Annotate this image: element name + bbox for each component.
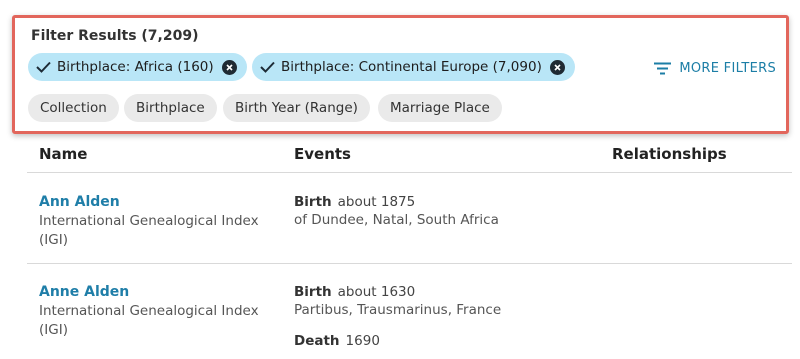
person-name-link[interactable]: Ann Alden [39,194,120,210]
event-death: Death 1690 [294,333,380,349]
filter-panel: Filter Results (7,209) Birthplace: Afric… [12,15,789,134]
column-header-events[interactable]: Events [294,145,351,163]
event-birth: Birth about 1875 [294,194,415,210]
event-birth: Birth about 1630 [294,284,415,300]
column-header-relationships[interactable]: Relationships [612,145,727,163]
event-date: about 1630 [337,284,416,300]
event-type: Birth [294,194,332,210]
event-type: Death [294,333,340,349]
column-header-name[interactable]: Name [39,145,87,163]
active-filter-label: Birthplace: Continental Europe (7,090) [281,59,542,75]
row-divider [27,263,792,264]
quick-filter-collection[interactable]: Collection [28,94,119,122]
quick-filter-marriage-place[interactable]: Marriage Place [378,94,502,122]
active-filter-label: Birthplace: Africa (160) [57,59,214,75]
filter-lines-icon [654,62,672,75]
active-filter-chip-africa[interactable]: Birthplace: Africa (160) [28,53,247,81]
collection-name: International Genealogical Index (IGI) [39,303,259,338]
person-name-link[interactable]: Anne Alden [39,284,129,300]
event-date: about 1875 [337,194,416,210]
more-filters-button[interactable]: MORE FILTERS [654,61,776,76]
event-place: Partibus, Trausmarinus, France [294,302,502,318]
check-icon [36,61,51,73]
quick-filter-birth-year[interactable]: Birth Year (Range) [223,94,370,122]
active-filter-chip-europe[interactable]: Birthplace: Continental Europe (7,090) [252,53,575,81]
close-circle-icon[interactable] [221,59,237,75]
results-table-header: Name Events Relationships [0,133,800,173]
collection-name: International Genealogical Index (IGI) [39,213,259,248]
event-date: 1690 [345,333,380,349]
header-divider [27,172,792,173]
event-place: of Dundee, Natal, South Africa [294,212,499,228]
more-filters-label: MORE FILTERS [679,61,776,76]
filter-results-title: Filter Results (7,209) [31,28,199,44]
event-type: Birth [294,284,332,300]
close-circle-icon[interactable] [549,59,565,75]
quick-filter-birthplace[interactable]: Birthplace [124,94,217,122]
check-icon [260,61,275,73]
